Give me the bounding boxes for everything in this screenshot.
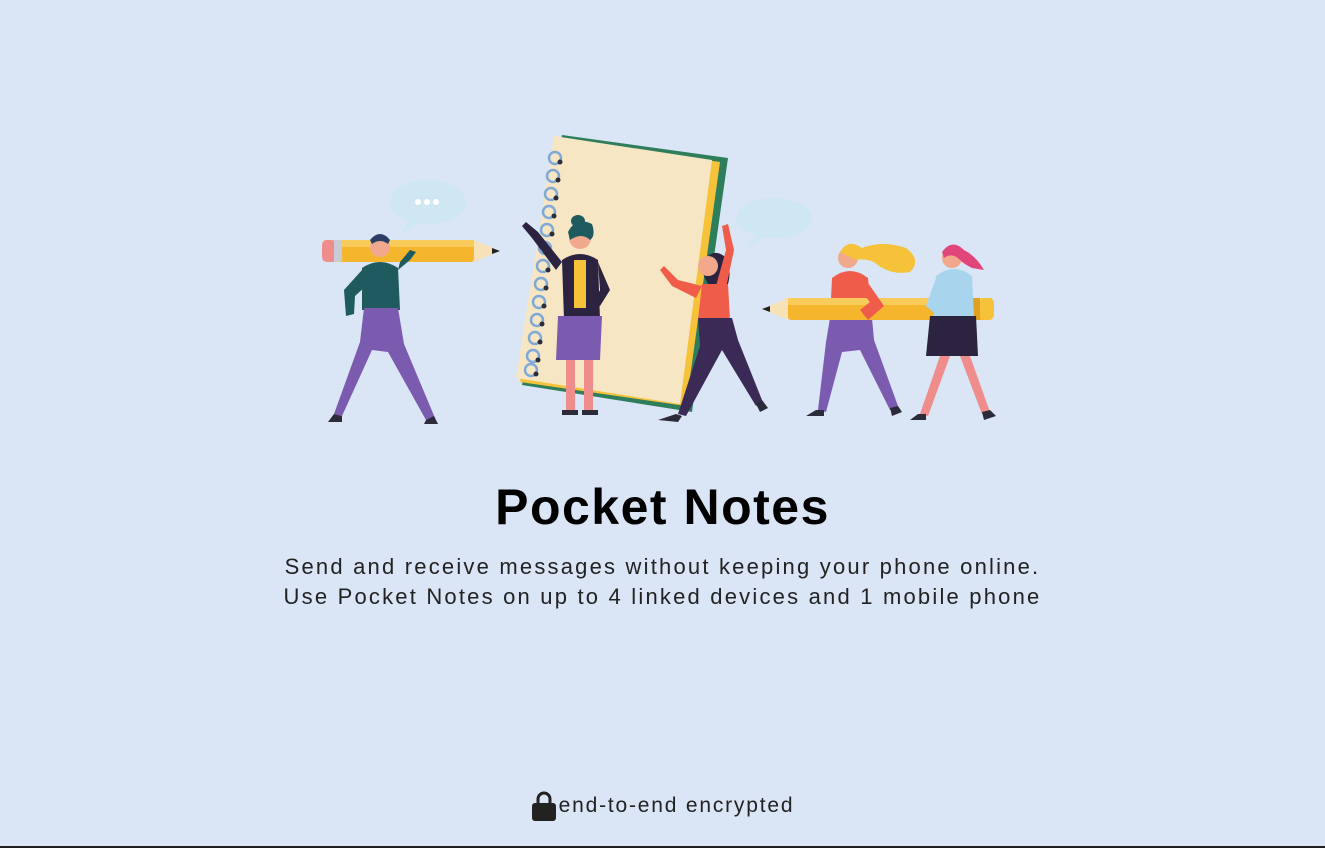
landing-page: Pocket Notes Send and receive messages w…	[0, 0, 1325, 846]
people-with-pencil-right-icon	[762, 243, 996, 420]
description-line-1: Send and receive messages without keepin…	[284, 554, 1041, 579]
lock-icon	[531, 791, 556, 821]
page-description: Send and receive messages without keepin…	[0, 552, 1325, 612]
description-line-2: Use Pocket Notes on up to 4 linked devic…	[283, 584, 1042, 609]
encryption-notice: end-to-end encrypted	[0, 790, 1325, 822]
person-with-pencil-left-icon	[322, 234, 500, 424]
encryption-text: end-to-end encrypted	[558, 794, 795, 817]
notebook-people-illustration-icon	[322, 135, 996, 424]
page-title: Pocket Notes	[495, 479, 830, 535]
